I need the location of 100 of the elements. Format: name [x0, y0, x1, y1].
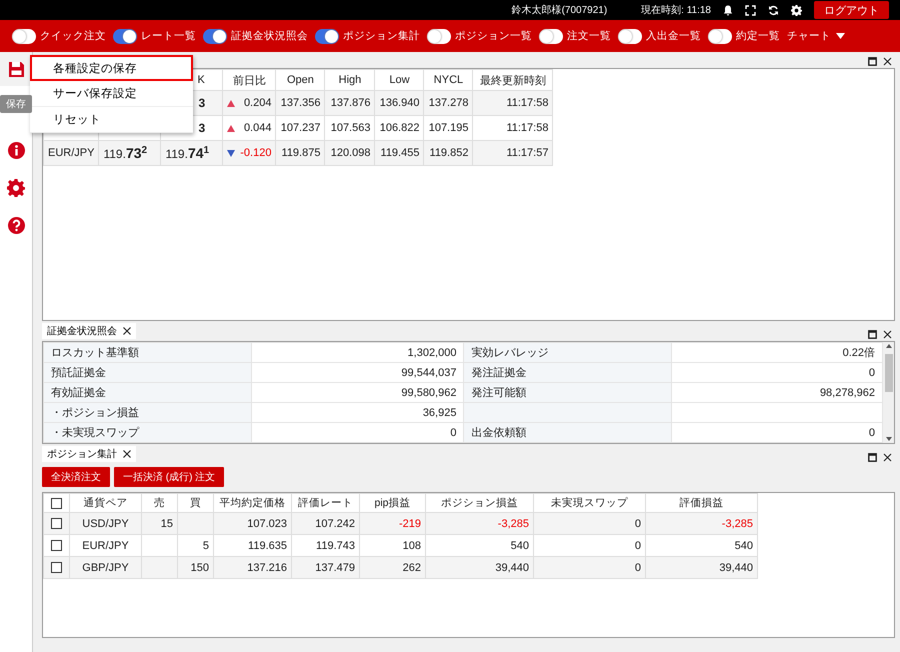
- table-cell: 137.479: [292, 556, 360, 578]
- row-label: ・未実現スワップ: [44, 422, 252, 442]
- table-cell: 0: [534, 512, 646, 534]
- caret-icon: [836, 33, 845, 39]
- currency-pair: EUR/JPY: [44, 140, 99, 166]
- user-name: 鈴木太郎様(7007921): [512, 4, 608, 17]
- table-cell: 120.098: [324, 140, 375, 166]
- row-label: 実効レバレッジ: [464, 342, 672, 362]
- help-icon[interactable]: [8, 217, 24, 234]
- table-cell: 150: [178, 556, 214, 578]
- maximize-icon[interactable]: [868, 57, 877, 66]
- maximize-icon[interactable]: [868, 330, 877, 339]
- toggle-switch[interactable]: [203, 28, 227, 44]
- checkbox[interactable]: [51, 540, 62, 552]
- checkbox[interactable]: [51, 562, 62, 574]
- table-cell: 262: [360, 556, 426, 578]
- toggle-switch[interactable]: [12, 28, 36, 44]
- panel-toggle[interactable]: 証拠金状況照会: [203, 28, 308, 44]
- update-time: 11:17:58: [472, 90, 553, 116]
- panel-toggle[interactable]: ポジション一覧: [427, 28, 532, 44]
- row-value: 98,278,962: [672, 382, 882, 402]
- save-icon[interactable]: [8, 60, 24, 78]
- logout-button[interactable]: ログアウト: [814, 1, 889, 19]
- row-label: 有効証拠金: [44, 382, 252, 402]
- table-cell: 0: [534, 556, 646, 578]
- panel-tab[interactable]: 証拠金状況照会: [42, 323, 136, 339]
- table-cell: 15: [142, 512, 178, 534]
- table-cell: GBP/JPY: [70, 556, 142, 578]
- panel-toggle[interactable]: クイック注文: [12, 28, 106, 44]
- panel-toggle[interactable]: レート一覧: [113, 28, 196, 44]
- table-cell: 119.455: [374, 140, 424, 166]
- table-cell: USD/JPY: [70, 512, 142, 534]
- checkbox[interactable]: [51, 498, 62, 509]
- toggle-switch[interactable]: [427, 28, 451, 44]
- fullscreen-icon[interactable]: [745, 4, 756, 16]
- toggle-switch[interactable]: [618, 28, 642, 44]
- close-icon[interactable]: [123, 327, 131, 335]
- scrollbar[interactable]: [883, 342, 894, 443]
- change-value: 0.204: [244, 97, 272, 109]
- panel-toggle[interactable]: ポジション集計: [315, 28, 420, 44]
- ask-price: 119.74$^{1}$: [160, 140, 223, 166]
- row-label: 発注可能額: [464, 382, 672, 402]
- panel-tab[interactable]: ポジション集計: [42, 446, 136, 462]
- table-cell: 39,440: [646, 556, 758, 578]
- table-cell: 39,440: [426, 556, 534, 578]
- toggle-switch[interactable]: [113, 28, 137, 44]
- scroll-up-icon[interactable]: [886, 344, 892, 348]
- bell-icon[interactable]: [723, 4, 733, 16]
- panel-toggle[interactable]: 約定一覧: [708, 28, 780, 44]
- column-header: ポジション損益: [426, 494, 534, 512]
- toggle-switch[interactable]: [315, 28, 339, 44]
- order-button[interactable]: 一括決済 (成行) 注文: [114, 467, 224, 487]
- row-value: 36,925: [252, 402, 464, 422]
- chart-menu[interactable]: チャート: [787, 29, 845, 43]
- change-value: -0.120: [240, 147, 272, 159]
- toggle-switch[interactable]: [539, 28, 563, 44]
- toggle-switch[interactable]: [708, 28, 732, 44]
- close-icon[interactable]: [883, 330, 892, 339]
- panel-toggle[interactable]: 入出金一覧: [618, 28, 701, 44]
- refresh-icon[interactable]: [768, 4, 779, 16]
- row-label: ロスカット基準額: [44, 342, 252, 362]
- order-button[interactable]: 全決済注文: [42, 467, 110, 487]
- close-icon[interactable]: [883, 57, 892, 66]
- checkbox[interactable]: [51, 518, 62, 530]
- table-cell: 107.023: [214, 512, 292, 534]
- row-value: 0.22倍: [672, 342, 882, 362]
- row-label: 預託証拠金: [44, 362, 252, 382]
- table-cell: 119.875: [276, 140, 325, 166]
- menu-item[interactable]: サーバ保存設定: [30, 81, 193, 107]
- table-cell: 119.852: [424, 140, 473, 166]
- table-cell: 137.216: [214, 556, 292, 578]
- menu-item[interactable]: リセット: [30, 107, 193, 133]
- close-icon[interactable]: [883, 453, 892, 462]
- row-value: 0: [672, 422, 882, 442]
- table-cell: -3,285: [426, 512, 534, 534]
- update-time: 11:17:57: [472, 140, 553, 166]
- info-icon[interactable]: [8, 142, 24, 159]
- change-value: 0.044: [244, 122, 272, 134]
- current-time: 現在時刻: 11:18: [641, 4, 711, 17]
- table-cell: -3,285: [646, 512, 758, 534]
- row-label: ・ポジション損益: [44, 402, 252, 422]
- row-value: 99,580,962: [252, 382, 464, 402]
- row-label: 出金依頼額: [464, 422, 672, 442]
- table-cell: -219: [360, 512, 426, 534]
- row-value: 99,544,037: [252, 362, 464, 382]
- panel-toggle[interactable]: 注文一覧: [539, 28, 611, 44]
- table-cell: 136.940: [374, 90, 424, 116]
- table-cell: 137.876: [324, 90, 375, 116]
- maximize-icon[interactable]: [868, 453, 877, 462]
- close-icon[interactable]: [123, 450, 131, 458]
- scroll-down-icon[interactable]: [886, 437, 892, 441]
- menu-item[interactable]: 各種設定の保存: [30, 55, 193, 81]
- row-value: 1,302,000: [252, 342, 464, 362]
- column-header: 平均約定価格: [214, 494, 292, 512]
- column-header: 評価損益: [646, 494, 758, 512]
- row-value: 0: [252, 422, 464, 442]
- table-cell: 137.356: [276, 90, 325, 116]
- settings-icon[interactable]: [791, 4, 802, 16]
- tooltip: 保存: [0, 95, 32, 113]
- row-label: 発注証拠金: [464, 362, 672, 382]
